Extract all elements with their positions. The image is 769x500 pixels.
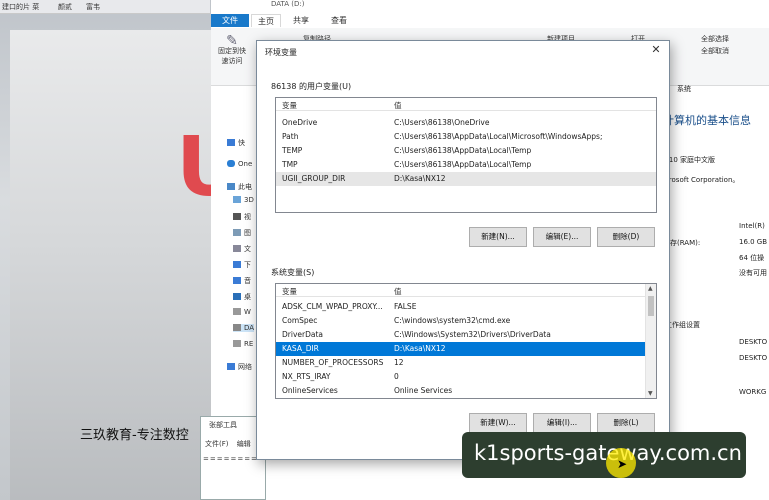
nav-item[interactable]: 视 (233, 212, 251, 222)
notepad-title: 张部工具 (209, 421, 237, 429)
system-info-line: 64 位操 (739, 254, 765, 262)
system-var-row[interactable]: DriverData C:\Windows\System32\Drivers\D… (276, 328, 656, 342)
user-var-row[interactable]: TMP C:\Users\86138\AppData\Local\Temp (276, 158, 656, 172)
system-var-row-selected[interactable]: KASA_DIR D:\Kasa\NX12 (276, 342, 647, 356)
nav-item[interactable]: 桌 (233, 292, 251, 302)
select-none-button[interactable]: 全部取消 (701, 46, 729, 56)
tab-view[interactable]: 查看 (325, 14, 353, 27)
tab-share[interactable]: 共享 (287, 14, 315, 27)
scrollbar-thumb[interactable] (648, 296, 654, 316)
pin-label: 固定到快速访问 (218, 47, 246, 65)
system-info-line: WORKG (739, 388, 767, 396)
list-header: 变量 值 (276, 284, 656, 297)
nav-item[interactable]: 音 (233, 276, 251, 286)
nav-item[interactable]: W (233, 308, 251, 316)
toolbar-text: 富韦 (86, 3, 100, 11)
picture-icon (233, 229, 241, 236)
system-info-line: Intel(R) (739, 222, 765, 230)
drive-icon (233, 340, 241, 347)
tab-home[interactable]: 主页 (251, 14, 281, 27)
environment-variables-dialog: 环境变量 ✕ 86138 的用户变量(U) 变量 值 OneDrive C:\U… (256, 40, 670, 460)
system-info-line: s 10 家庭中文版 (663, 156, 716, 164)
close-icon[interactable]: ✕ (649, 43, 663, 57)
list-header: 变量 值 (276, 98, 656, 111)
user-variables-list[interactable]: 变量 值 OneDrive C:\Users\86138\OneDrive Pa… (275, 97, 657, 213)
user-edit-button[interactable]: 编辑(E)... (533, 227, 591, 247)
explorer-titlebar: DATA (D:) (211, 0, 769, 12)
column-header-value[interactable]: 值 (394, 286, 402, 297)
computer-icon (227, 183, 235, 190)
system-info-line: DESKTO (739, 338, 768, 346)
nav-item[interactable]: 下 (233, 260, 251, 270)
user-var-row[interactable]: TEMP C:\Users\86138\AppData\Local\Temp (276, 144, 656, 158)
user-var-row[interactable]: Path C:\Users\86138\AppData\Local\Micros… (276, 130, 656, 144)
nav-item[interactable]: RE (233, 340, 253, 348)
user-delete-button[interactable]: 删除(D) (597, 227, 655, 247)
star-icon (227, 139, 235, 146)
system-edit-button[interactable]: 编辑(I)... (533, 413, 591, 433)
system-info-line: DESKTO (739, 354, 768, 362)
pin-quick-access-button[interactable]: ✎ 固定到快速访问 (215, 33, 249, 66)
breadcrumb[interactable]: 系统 (677, 84, 691, 94)
system-var-row[interactable]: OnlineServices Online Services (276, 384, 656, 398)
scroll-down-icon[interactable]: ▼ (648, 390, 653, 397)
nav-item[interactable]: 此电 (227, 182, 252, 192)
nav-item[interactable]: 3D (233, 196, 254, 204)
scroll-up-icon[interactable]: ▲ (648, 285, 653, 292)
document-icon (233, 245, 241, 252)
network-icon (227, 363, 235, 370)
system-info-line: 16.0 GB (739, 238, 768, 246)
toolbar-text: 建口的片 菜 (2, 3, 40, 11)
menu-edit[interactable]: 编辑 (237, 440, 251, 448)
cursor-arrow-icon: ➤ (617, 457, 628, 471)
user-var-row-selected[interactable]: UGII_GROUP_DIR D:\Kasa\NX12 (276, 172, 656, 186)
column-header-name[interactable]: 变量 (282, 100, 297, 111)
system-var-row[interactable]: ComSpec C:\windows\system32\cmd.exe (276, 314, 656, 328)
user-variables-label: 86138 的用户变量(U) (271, 82, 352, 91)
drive-icon (233, 324, 241, 331)
column-header-value[interactable]: 值 (394, 100, 402, 111)
slide-caption: 三玖教育-专注数控 (80, 428, 189, 443)
cloud-icon (227, 160, 235, 167)
video-icon (233, 213, 241, 220)
nav-item-selected[interactable]: DA (233, 324, 255, 332)
system-variables-label: 系统变量(S) (271, 268, 315, 277)
vertical-scrollbar[interactable]: ▲ ▼ (645, 284, 656, 398)
app-toolbar-strip: 建口的片 菜 颜贰 富韦 (0, 0, 210, 14)
system-new-button[interactable]: 新建(W)... (469, 413, 527, 433)
desktop-icon (233, 293, 241, 300)
nav-item[interactable]: 网络 (227, 362, 252, 372)
toolbar-text: 颜贰 (58, 3, 72, 11)
system-var-row[interactable]: NUMBER_OF_PROCESSORS 12 (276, 356, 656, 370)
select-all-button[interactable]: 全部选择 (701, 34, 729, 44)
cube-icon (233, 196, 241, 203)
tab-file[interactable]: 文件 (211, 14, 249, 27)
nav-item[interactable]: 文 (233, 244, 251, 254)
system-delete-button[interactable]: 删除(L) (597, 413, 655, 433)
drive-icon (233, 308, 241, 315)
system-heading: 计算机的基本信息 (663, 114, 751, 127)
menu-file[interactable]: 文件(F) (205, 440, 229, 448)
dialog-title: 环境变量 (265, 48, 297, 57)
explorer-title: DATA (D:) (271, 0, 305, 8)
nav-item[interactable]: One (227, 160, 252, 168)
notepad-text[interactable]: ======== (203, 455, 258, 463)
system-info-line: 没有可用 (739, 269, 767, 277)
ribbon-tabs: 文件 主页 共享 查看 (211, 12, 769, 28)
column-header-name[interactable]: 变量 (282, 286, 297, 297)
system-variables-list[interactable]: 变量 值 ADSK_CLM_WPAD_PROXY... FALSE ComSpe… (275, 283, 657, 399)
nav-item[interactable]: 图 (233, 228, 251, 238)
pin-icon: ✎ (226, 33, 238, 49)
download-icon (233, 261, 241, 268)
music-icon (233, 277, 241, 284)
system-info-line: icrosoft Corporation。 (663, 176, 740, 184)
user-var-row[interactable]: OneDrive C:\Users\86138\OneDrive (276, 116, 656, 130)
user-new-button[interactable]: 新建(N)... (469, 227, 527, 247)
system-var-row[interactable]: ADSK_CLM_WPAD_PROXY... FALSE (276, 300, 656, 314)
notepad-menu: 文件(F) 编辑 (205, 439, 251, 449)
nav-item[interactable]: 快 (227, 138, 245, 148)
system-var-row[interactable]: NX_RTS_IRAY 0 (276, 370, 656, 384)
watermark-banner: k1sports-gateway.com.cn (462, 432, 746, 478)
